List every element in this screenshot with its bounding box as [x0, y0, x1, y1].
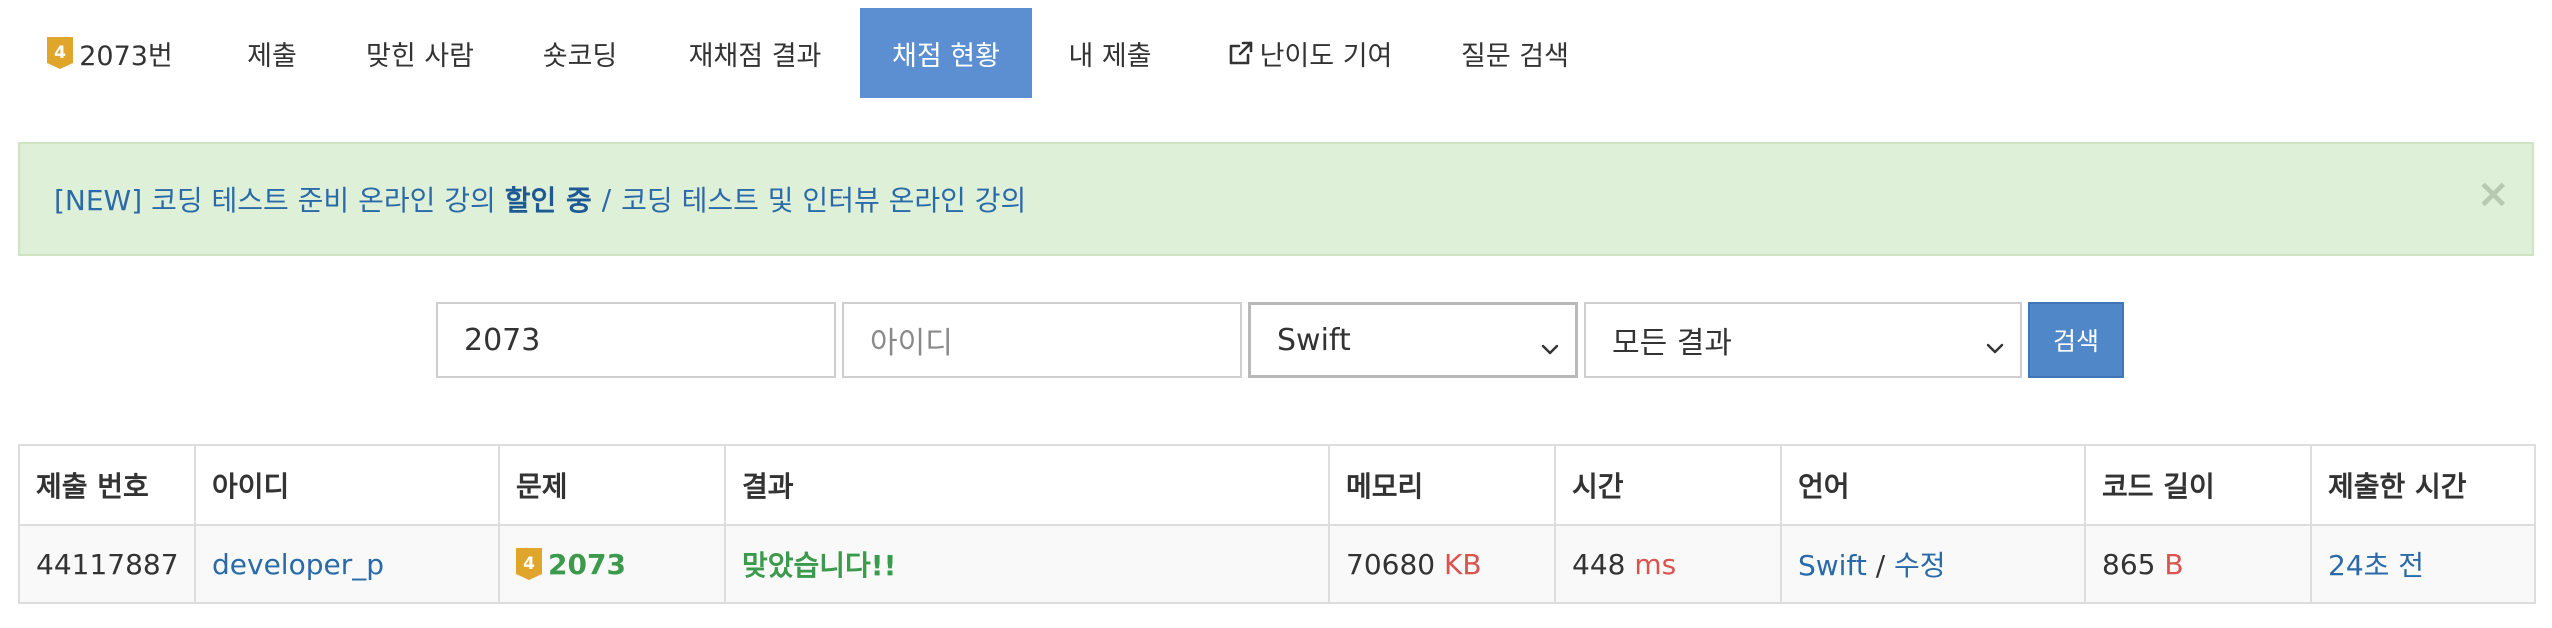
memory-value: 70680 [1346, 547, 1436, 581]
promo-link-interview[interactable]: 코딩 테스트 및 인터뷰 온라인 강의 [621, 179, 1026, 219]
language-separator: / [1875, 549, 1886, 582]
edit-link[interactable]: 수정 [1894, 549, 1946, 582]
chevron-down-icon [1539, 333, 1561, 355]
header-problem: 문제 [498, 444, 726, 526]
gold-tier-badge-icon: 4 [516, 548, 542, 580]
problem-cell: 4 2073 [498, 524, 726, 604]
problem-link[interactable]: 4 2073 [516, 547, 723, 581]
header-time: 시간 [1554, 444, 1782, 526]
language-select-value: Swift [1277, 322, 1351, 358]
tab-shortcoding[interactable]: 숏코딩 [520, 8, 640, 98]
header-memory: 메모리 [1328, 444, 1556, 526]
problem-nav-tabs: 4 2073번 제출 맞힌 사람 숏코딩 재채점 결과 채점 현황 내 제출 난… [0, 8, 2552, 98]
tab-solvers[interactable]: 맞힌 사람 [350, 8, 490, 98]
header-user-id: 아이디 [194, 444, 500, 526]
user-id-input[interactable]: 아이디 [842, 302, 1242, 378]
result-select[interactable]: 모든 결과 [1584, 302, 2022, 378]
result-cell: 맞았습니다!! [724, 524, 1330, 604]
search-button[interactable]: 검색 [2028, 302, 2124, 378]
header-code-length: 코드 길이 [2084, 444, 2312, 526]
tab-problem[interactable]: 4 2073번 [30, 8, 190, 98]
promo-prefix: [NEW] 코딩 테스트 준비 온라인 강의 [54, 184, 496, 217]
promo-link-discount[interactable]: [NEW] 코딩 테스트 준비 온라인 강의 할인 중 [54, 179, 592, 219]
table-row: 44117887 developer_p 4 2073 맞았습니다!! 7068… [18, 524, 2536, 604]
external-link-icon [1228, 40, 1254, 66]
header-language: 언어 [1780, 444, 2086, 526]
tab-difficulty[interactable]: 난이도 기여 [1210, 8, 1410, 98]
submitted-time-link[interactable]: 24초 전 [2328, 549, 2424, 582]
language-cell: Swift / 수정 [1780, 524, 2086, 604]
result-accepted: 맞았습니다!! [742, 549, 897, 582]
header-result: 결과 [724, 444, 1330, 526]
tab-submit[interactable]: 제출 [222, 8, 322, 98]
problem-number: 2073 [548, 547, 626, 581]
code-length-unit: B [2164, 547, 2184, 581]
tab-difficulty-label: 난이도 기여 [1259, 40, 1393, 72]
result-select-value: 모든 결과 [1612, 326, 1732, 361]
tab-rejudge[interactable]: 재채점 결과 [670, 8, 840, 98]
header-submitted-time: 제출한 시간 [2310, 444, 2536, 526]
time-cell: 448 ms [1554, 524, 1782, 604]
gold-tier-badge-icon: 4 [47, 37, 74, 69]
time-value: 448 [1572, 547, 1626, 581]
table-header-row: 제출 번호 아이디 문제 결과 메모리 시간 언어 코드 길이 제출한 시간 [18, 444, 2536, 526]
close-icon[interactable]: × [2476, 174, 2510, 214]
language-select[interactable]: Swift [1248, 302, 1578, 378]
promo-alert: [NEW] 코딩 테스트 준비 온라인 강의 할인 중 / 코딩 테스트 및 인… [18, 142, 2534, 256]
status-table: 제출 번호 아이디 문제 결과 메모리 시간 언어 코드 길이 제출한 시간 4… [18, 444, 2536, 604]
problem-id-input[interactable]: 2073 [436, 302, 836, 378]
promo-highlight: 할인 중 [504, 184, 592, 217]
svg-text:4: 4 [54, 43, 66, 63]
user-link[interactable]: developer_p [212, 548, 384, 581]
code-length-cell: 865 B [2084, 524, 2312, 604]
tab-my-submissions[interactable]: 내 제출 [1052, 8, 1168, 98]
tab-questions[interactable]: 질문 검색 [1450, 8, 1580, 98]
time-unit: ms [1634, 547, 1677, 581]
user-id-cell: developer_p [194, 524, 500, 604]
chevron-down-icon [1984, 332, 2006, 354]
memory-cell: 70680 KB [1328, 524, 1556, 604]
submission-id-cell: 44117887 [18, 524, 196, 604]
promo-separator: / [601, 182, 612, 216]
submitted-time-cell: 24초 전 [2310, 524, 2536, 604]
memory-unit: KB [1443, 547, 1482, 581]
svg-text:4: 4 [523, 554, 535, 574]
tab-status[interactable]: 채점 현황 [860, 8, 1032, 98]
tab-problem-label: 2073번 [79, 40, 173, 72]
code-length-value: 865 [2102, 547, 2156, 581]
header-submission-id: 제출 번호 [18, 444, 196, 526]
language-source-link[interactable]: Swift [1798, 549, 1867, 582]
